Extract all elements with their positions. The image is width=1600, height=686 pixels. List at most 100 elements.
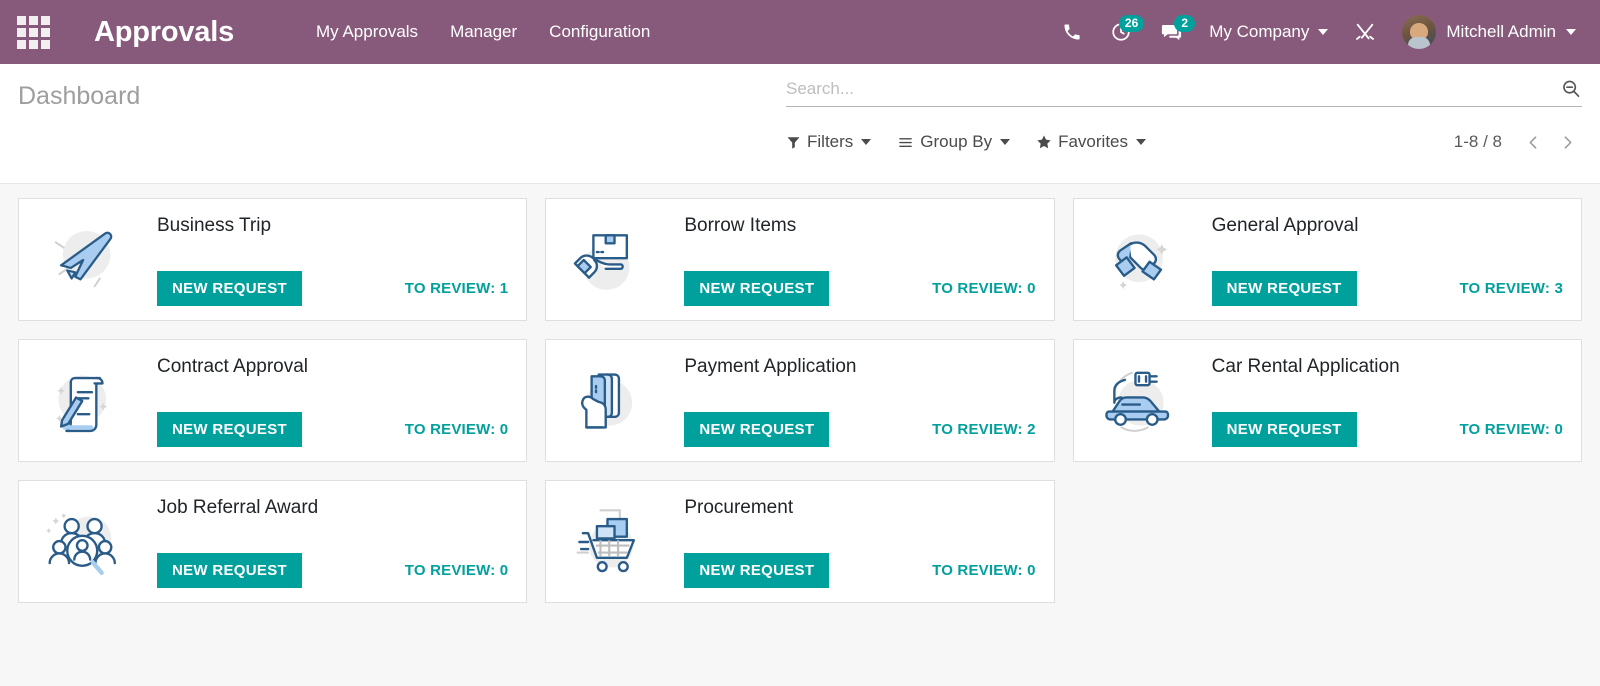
hand-box-icon — [558, 210, 664, 310]
approval-card-title[interactable]: Procurement — [684, 497, 1037, 519]
phone-button[interactable] — [1048, 10, 1096, 54]
filters-label: Filters — [807, 132, 853, 152]
chevron-down-icon — [1566, 29, 1576, 35]
new-request-button[interactable]: NEW REQUEST — [1212, 271, 1357, 306]
menu-item-configuration[interactable]: Configuration — [533, 14, 666, 50]
pager: 1-8 / 8 — [1454, 127, 1582, 157]
new-request-button[interactable]: NEW REQUEST — [1212, 412, 1357, 447]
group-by-label: Group By — [920, 132, 992, 152]
to-review-link[interactable]: TO REVIEW: 0 — [405, 562, 511, 579]
to-review-link[interactable]: TO REVIEW: 2 — [932, 421, 1038, 438]
approval-card[interactable]: Car Rental Application NEW REQUEST TO RE… — [1073, 339, 1582, 462]
shopping-cart-icon — [558, 492, 664, 592]
approval-card-title[interactable]: Car Rental Application — [1212, 356, 1565, 378]
search-input[interactable] — [786, 79, 1560, 99]
menu-item-my-approvals[interactable]: My Approvals — [300, 14, 434, 50]
approval-card-footer: NEW REQUEST TO REVIEW: 0 — [684, 553, 1037, 588]
approval-card-body: Procurement NEW REQUEST TO REVIEW: 0 — [664, 481, 1037, 602]
activities-button[interactable]: 26 — [1096, 10, 1146, 54]
new-request-button[interactable]: NEW REQUEST — [157, 553, 302, 588]
chevron-right-icon — [1559, 134, 1576, 151]
to-review-link[interactable]: TO REVIEW: 0 — [932, 280, 1038, 297]
approval-card-title[interactable]: Borrow Items — [684, 215, 1037, 237]
approval-card-title[interactable]: Job Referral Award — [157, 497, 510, 519]
chevron-down-icon — [1000, 139, 1010, 145]
approval-card-body: Payment Application NEW REQUEST TO REVIE… — [664, 340, 1037, 461]
approval-card[interactable]: Business Trip NEW REQUEST TO REVIEW: 1 — [18, 198, 527, 321]
approval-card-body: Job Referral Award NEW REQUEST TO REVIEW… — [137, 481, 510, 602]
approval-card-body: Business Trip NEW REQUEST TO REVIEW: 1 — [137, 199, 510, 320]
airplane-icon — [31, 210, 137, 310]
favorites-label: Favorites — [1058, 132, 1128, 152]
contract-pen-icon — [31, 351, 137, 451]
user-menu[interactable]: Mitchell Admin — [1390, 9, 1586, 55]
chevron-down-icon — [1318, 29, 1328, 35]
company-switcher[interactable]: My Company — [1197, 16, 1340, 48]
approval-card[interactable]: Procurement NEW REQUEST TO REVIEW: 0 — [545, 480, 1054, 603]
approval-card[interactable]: Borrow Items NEW REQUEST TO REVIEW: 0 — [545, 198, 1054, 321]
star-icon — [1036, 134, 1052, 150]
electric-car-icon — [1086, 351, 1192, 451]
to-review-link[interactable]: TO REVIEW: 0 — [932, 562, 1038, 579]
approval-card[interactable]: Job Referral Award NEW REQUEST TO REVIEW… — [18, 480, 527, 603]
page-title: Dashboard — [18, 78, 140, 111]
company-label: My Company — [1209, 22, 1309, 42]
search-icon[interactable] — [1560, 78, 1582, 100]
app-brand-title[interactable]: Approvals — [94, 16, 234, 49]
approval-card-footer: NEW REQUEST TO REVIEW: 1 — [157, 271, 510, 306]
approval-card[interactable]: General Approval NEW REQUEST TO REVIEW: … — [1073, 198, 1582, 321]
to-review-link[interactable]: TO REVIEW: 3 — [1459, 280, 1565, 297]
search-view — [786, 78, 1582, 107]
approval-card-footer: NEW REQUEST TO REVIEW: 0 — [684, 271, 1037, 306]
filters-dropdown[interactable]: Filters — [786, 126, 883, 158]
tools-wrench-icon — [1354, 21, 1376, 43]
new-request-button[interactable]: NEW REQUEST — [157, 412, 302, 447]
group-by-dropdown[interactable]: Group By — [897, 126, 1022, 158]
people-search-icon — [31, 492, 137, 592]
approval-card[interactable]: Payment Application NEW REQUEST TO REVIE… — [545, 339, 1054, 462]
user-name-label: Mitchell Admin — [1446, 22, 1556, 42]
phone-icon — [1062, 22, 1082, 42]
top-navbar: Approvals My Approvals Manager Configura… — [0, 0, 1600, 64]
approval-card-footer: NEW REQUEST TO REVIEW: 2 — [684, 412, 1037, 447]
dashboard-content: Business Trip NEW REQUEST TO REVIEW: 1 — [0, 184, 1600, 686]
approval-card-title[interactable]: Contract Approval — [157, 356, 510, 378]
to-review-link[interactable]: TO REVIEW: 0 — [405, 421, 511, 438]
approval-card-body: General Approval NEW REQUEST TO REVIEW: … — [1192, 199, 1565, 320]
approval-card-body: Car Rental Application NEW REQUEST TO RE… — [1192, 340, 1565, 461]
activities-count-badge: 26 — [1119, 15, 1144, 32]
pager-value: 1-8 / 8 — [1454, 132, 1502, 152]
new-request-button[interactable]: NEW REQUEST — [684, 553, 829, 588]
funnel-icon — [786, 135, 801, 150]
control-panel: Dashboard Filters Group By — [0, 64, 1600, 184]
approval-card-title[interactable]: General Approval — [1212, 215, 1565, 237]
handshake-icon — [1086, 210, 1192, 310]
hamburger-lines-icon — [897, 135, 914, 150]
apps-menu-icon[interactable] — [12, 11, 54, 53]
approval-card-footer: NEW REQUEST TO REVIEW: 0 — [1212, 412, 1565, 447]
approval-card-title[interactable]: Business Trip — [157, 215, 510, 237]
avatar — [1402, 15, 1436, 49]
new-request-button[interactable]: NEW REQUEST — [684, 412, 829, 447]
messages-count-badge: 2 — [1174, 15, 1195, 32]
to-review-link[interactable]: TO REVIEW: 0 — [1459, 421, 1565, 438]
new-request-button[interactable]: NEW REQUEST — [157, 271, 302, 306]
pager-previous-button[interactable] — [1518, 127, 1548, 157]
menu-item-manager[interactable]: Manager — [434, 14, 533, 50]
chevron-down-icon — [1136, 139, 1146, 145]
developer-tools-button[interactable] — [1340, 10, 1390, 54]
main-menu: My Approvals Manager Configuration — [300, 14, 666, 50]
approval-card-body: Borrow Items NEW REQUEST TO REVIEW: 0 — [664, 199, 1037, 320]
to-review-link[interactable]: TO REVIEW: 1 — [405, 280, 511, 297]
pager-next-button[interactable] — [1552, 127, 1582, 157]
approval-card-footer: NEW REQUEST TO REVIEW: 0 — [157, 553, 510, 588]
navbar-right-tools: 26 2 My Company Mitchell Admin — [1048, 9, 1586, 55]
favorites-dropdown[interactable]: Favorites — [1036, 126, 1158, 158]
hand-card-icon — [558, 351, 664, 451]
approval-card-title[interactable]: Payment Application — [684, 356, 1037, 378]
approval-card[interactable]: Contract Approval NEW REQUEST TO REVIEW:… — [18, 339, 527, 462]
approval-card-footer: NEW REQUEST TO REVIEW: 3 — [1212, 271, 1565, 306]
messages-button[interactable]: 2 — [1146, 10, 1197, 54]
new-request-button[interactable]: NEW REQUEST — [684, 271, 829, 306]
approval-card-body: Contract Approval NEW REQUEST TO REVIEW:… — [137, 340, 510, 461]
